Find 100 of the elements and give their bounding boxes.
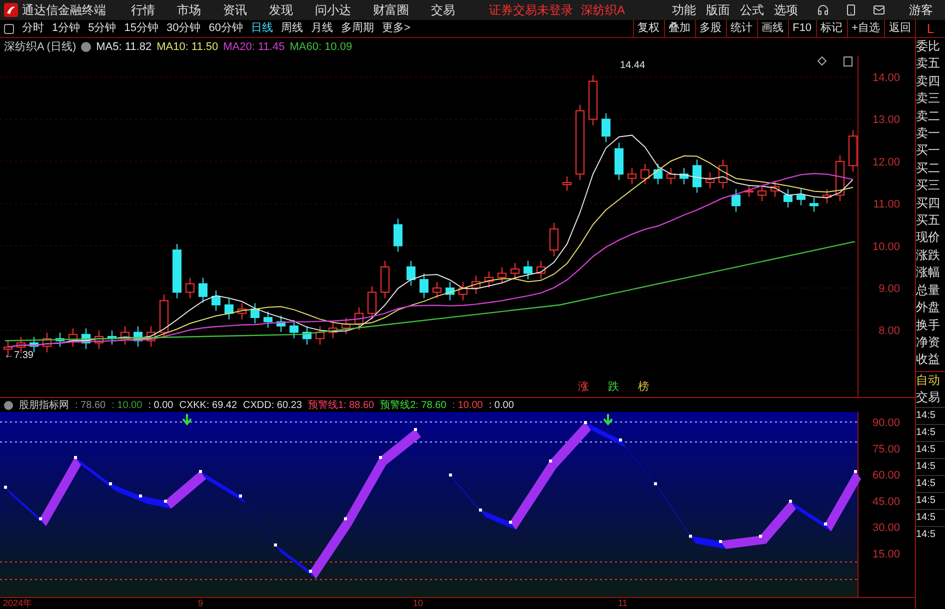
chart-tool-button[interactable]: 叠加 <box>664 20 695 37</box>
chart-tool-button[interactable]: 标记 <box>816 20 847 37</box>
ma-value: MA20: 11.45 <box>223 40 285 55</box>
candlestick <box>82 328 90 350</box>
trade-time: 14:5 <box>916 440 945 458</box>
indicator-icon[interactable] <box>4 400 13 410</box>
panel-toggle-icon[interactable] <box>4 24 14 34</box>
candlestick <box>172 244 182 299</box>
candlestick <box>406 260 416 286</box>
chart-tool-button[interactable]: F10 <box>788 20 816 37</box>
candlestick <box>706 172 714 189</box>
quote-label: 买一 <box>916 142 941 160</box>
period-tab[interactable]: 多周期 <box>337 20 378 37</box>
candlestick <box>432 282 442 299</box>
candlestick <box>238 302 246 320</box>
date-axis-label: 10 <box>413 598 424 609</box>
chart-tool-button[interactable]: 复权 <box>632 20 664 37</box>
login-status[interactable]: 证券交易未登录 <box>488 1 573 19</box>
candlestick <box>56 332 64 348</box>
period-tab[interactable]: 60分钟 <box>204 20 247 37</box>
period-tab[interactable]: 日线 <box>247 20 277 37</box>
top-action[interactable]: 选项 <box>771 1 801 19</box>
quote-label: 卖一 <box>916 125 941 142</box>
rank-label[interactable]: 涨 <box>578 381 589 393</box>
candlestick <box>562 176 572 192</box>
trade-time: 14:5 <box>916 406 945 424</box>
menu-item[interactable]: 财富圈 <box>364 1 418 19</box>
period-tab[interactable]: 1分钟 <box>48 20 84 37</box>
indicator-value: CXKK: 69.42 <box>179 398 238 412</box>
window-icon[interactable] <box>844 56 852 66</box>
candlestick <box>472 275 480 294</box>
candlestick <box>94 330 104 350</box>
candlestick <box>770 180 780 198</box>
period-tab[interactable]: 更多> <box>378 20 414 37</box>
top-action[interactable]: 功能 <box>669 1 699 19</box>
price-axis-label: 11.00 <box>873 198 900 211</box>
candlestick <box>316 326 324 346</box>
quote-label: 买四 <box>916 194 941 212</box>
period-tab[interactable]: 5分钟 <box>84 20 120 37</box>
indicator-value: : 10.00 <box>112 398 142 412</box>
chart-title: 深纺织A (日线) <box>4 40 76 55</box>
price-axis-label: 9.00 <box>878 283 900 295</box>
period-tab[interactable]: 15分钟 <box>120 20 162 37</box>
indicator-value: : 0.00 <box>148 398 174 412</box>
chart-tool-button[interactable]: +自选 <box>846 20 884 37</box>
chart-tool-button[interactable]: 统计 <box>726 20 757 37</box>
candlestick <box>810 197 818 212</box>
chart-tool-button[interactable]: 返回 <box>884 20 915 37</box>
period-tab[interactable]: 分时 <box>18 20 48 37</box>
candlestick <box>328 322 338 339</box>
chart-tool-button[interactable]: 画线 <box>756 20 788 37</box>
menu-item[interactable]: 资讯 <box>214 1 256 19</box>
menu-item[interactable]: 行情 <box>122 1 164 19</box>
candlestick <box>42 332 52 353</box>
top-action[interactable]: 版面 <box>703 1 733 19</box>
quote-label: 现价 <box>916 229 941 246</box>
chart-tool-button[interactable]: 多股 <box>694 20 726 37</box>
rank-label[interactable]: 榜 <box>638 381 649 393</box>
menu-item[interactable]: 发现 <box>260 1 302 19</box>
candlestick <box>836 154 844 202</box>
price-axis-label: 13.00 <box>872 114 900 126</box>
quote-label: 卖四 <box>916 72 941 90</box>
candlestick <box>224 298 234 320</box>
trade-time: 14:5 <box>916 474 945 492</box>
candlestick <box>160 294 168 339</box>
menu-item[interactable]: 交易 <box>422 1 464 19</box>
mail-icon[interactable] <box>873 4 885 16</box>
trade-label[interactable]: 交易 <box>916 389 945 407</box>
indicator-value: CXDD: 60.23 <box>243 398 302 412</box>
period-tab[interactable]: 30分钟 <box>162 20 205 37</box>
candlestick <box>510 262 520 280</box>
candlestick <box>264 311 272 328</box>
candlestick <box>640 163 650 185</box>
menu-item[interactable]: 市场 <box>168 1 210 19</box>
candlestick <box>536 260 546 280</box>
indicator-value: 预警线1: 88.60 <box>308 398 374 412</box>
period-tab[interactable]: 月线 <box>307 20 337 37</box>
rank-label[interactable]: 跌 <box>608 381 619 393</box>
quote-label: 买三 <box>916 177 941 194</box>
diamond-icon[interactable] <box>817 56 827 66</box>
headset-icon[interactable] <box>817 4 829 16</box>
settings-icon[interactable] <box>81 42 92 52</box>
quote-label: 委比 <box>916 38 941 55</box>
candlestick <box>146 326 156 348</box>
guest-label[interactable]: 游客 <box>909 1 933 19</box>
indicator-axis-label: 15.00 <box>872 548 900 560</box>
quote-label: 换手 <box>916 316 941 334</box>
candlestick <box>484 270 494 288</box>
top-action[interactable]: 公式 <box>737 1 767 19</box>
ma-value: MA5: 11.82 <box>96 40 152 55</box>
candlestick <box>368 286 376 320</box>
menu-item[interactable]: 问小达 <box>306 1 360 19</box>
ma-value: MA60: 10.09 <box>290 40 352 55</box>
auto-trade-label[interactable]: 自动 <box>916 372 945 390</box>
candlestick <box>822 188 832 204</box>
period-tab[interactable]: 周线 <box>277 20 307 37</box>
phone-icon[interactable] <box>845 4 857 16</box>
quote-label: 净资 <box>916 334 941 351</box>
quote-label: 外盘 <box>916 299 941 316</box>
indicator-axis-label: 45.00 <box>872 496 900 508</box>
